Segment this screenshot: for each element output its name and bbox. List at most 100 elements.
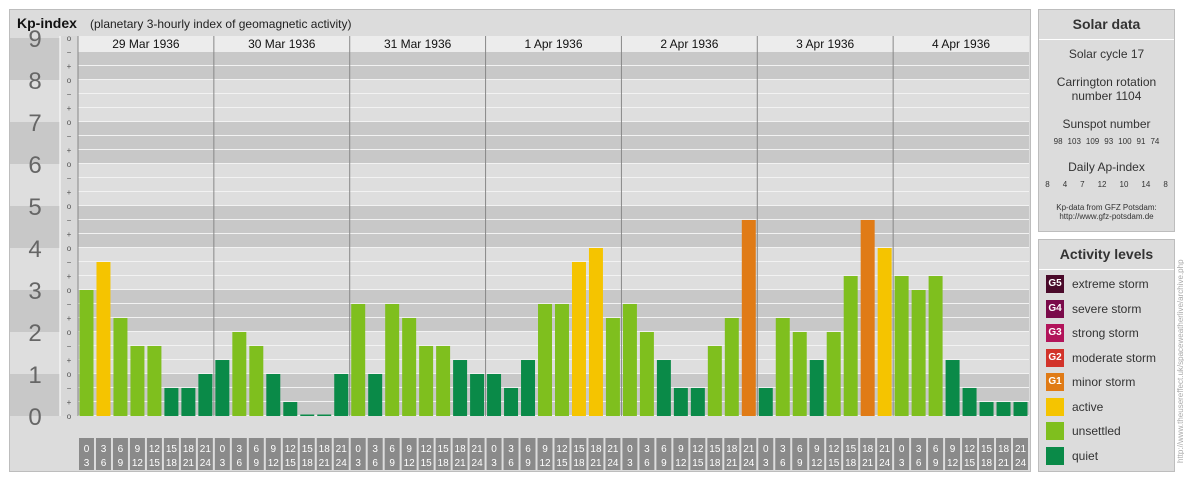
credit-text: http://www.theusereffect.uk/spaceweather…: [1176, 259, 1184, 463]
source-link[interactable]: http://www.gfz-potsdam.de: [1039, 212, 1174, 221]
x-tick-label-start: 6: [525, 444, 531, 455]
x-tick-label-end: 24: [472, 458, 484, 469]
x-tick-label-end: 12: [404, 458, 416, 469]
carrington-line1: Carrington rotation: [1056, 75, 1157, 89]
y-minor-tick-label: +: [67, 146, 72, 155]
x-tick-label-start: 0: [84, 444, 90, 455]
day-label: 2 Apr 1936: [660, 37, 718, 51]
kp-bar: [470, 374, 485, 416]
x-tick-label-end: 6: [508, 458, 514, 469]
x-tick-label-end: 21: [998, 458, 1010, 469]
kp-bar: [622, 303, 637, 416]
ap-value: 8: [1045, 180, 1050, 189]
kp-bar: [317, 414, 332, 416]
x-tick-label-start: 3: [372, 444, 378, 455]
y-minor-tick-label: +: [67, 314, 72, 323]
kp-bar: [419, 345, 434, 416]
x-tick-label-end: 3: [84, 458, 90, 469]
kp-bar: [639, 332, 654, 416]
x-tick-label-start: 0: [355, 444, 361, 455]
kp-bar: [673, 387, 688, 416]
legend-swatch: G4: [1046, 299, 1064, 318]
sunspot-value: 100: [1118, 137, 1132, 146]
x-tick-label-start: 3: [644, 444, 650, 455]
x-tick-label-start: 15: [845, 444, 857, 455]
ap-value: 10: [1119, 180, 1129, 189]
level-band: [10, 374, 1029, 416]
y-tick-label: 7: [28, 110, 41, 137]
activity-levels-panel: Activity levels G5 extreme storm G4 severe …: [1038, 239, 1175, 472]
x-tick-label-start: 12: [692, 444, 704, 455]
legend-label: strong storm: [1072, 326, 1139, 340]
x-tick-label-end: 15: [149, 458, 161, 469]
x-tick-label-start: 3: [780, 444, 786, 455]
sunspot-values: 98 103 109 93 100 91 74: [1039, 137, 1174, 146]
kp-bar: [504, 387, 519, 416]
legend-swatch: G3: [1046, 324, 1064, 342]
y-minor-tick-label: +: [67, 62, 72, 71]
x-tick-label-start: 6: [933, 444, 939, 455]
solar-data-title: Solar data: [1039, 10, 1174, 40]
kp-bar: [300, 414, 315, 416]
x-tick-label-end: 21: [455, 458, 467, 469]
x-tick-label-end: 12: [675, 458, 687, 469]
x-tick-label-end: 9: [797, 458, 803, 469]
legend-label: extreme storm: [1072, 277, 1149, 291]
x-tick-label-start: 12: [828, 444, 840, 455]
x-tick-label-end: 21: [590, 458, 602, 469]
y-tick-label: 6: [28, 152, 41, 179]
x-tick-label-start: 0: [220, 444, 226, 455]
x-tick-label-start: 3: [101, 444, 107, 455]
x-tick-label-start: 9: [135, 444, 141, 455]
y-minor-tick-label: −: [67, 90, 72, 99]
x-tick-label-end: 15: [828, 458, 840, 469]
x-tick-label-end: 6: [101, 458, 107, 469]
level-band: [10, 206, 1029, 248]
y-minor-tick-label: −: [67, 300, 72, 309]
x-tick-label-end: 24: [607, 458, 619, 469]
kp-bar: [96, 261, 111, 416]
kp-bar: [198, 374, 213, 416]
kp-bar: [402, 318, 417, 416]
x-tick-label-start: 12: [556, 444, 568, 455]
x-tick-label-end: 21: [319, 458, 331, 469]
x-tick-label-end: 18: [166, 458, 178, 469]
kp-bar: [555, 303, 569, 416]
x-tick-label-start: 9: [950, 444, 956, 455]
y-tick-label: 4: [28, 236, 41, 263]
y-minor-tick-label: −: [67, 342, 72, 351]
day-label: 1 Apr 1936: [524, 37, 582, 51]
x-tick-label-end: 12: [947, 458, 959, 469]
x-tick-label-end: 18: [573, 458, 585, 469]
y-minor-tick-label: o: [67, 286, 72, 295]
x-tick-label-start: 18: [319, 444, 331, 455]
x-tick-label-end: 18: [302, 458, 314, 469]
y-tick-label: 8: [28, 68, 41, 95]
day-label: 3 Apr 1936: [796, 37, 854, 51]
x-tick-label-start: 3: [237, 444, 243, 455]
x-tick-label-start: 15: [438, 444, 450, 455]
kp-bar: [487, 374, 502, 416]
x-tick-label-end: 9: [525, 458, 531, 469]
x-tick-label-end: 21: [862, 458, 874, 469]
kp-bar-chart: 0123456789o+−o+−o+−o+−o+−o+−o+−o+−o+−o 29…: [10, 26, 1029, 470]
legend-swatch: G2: [1046, 348, 1064, 367]
level-band: [10, 122, 1029, 164]
sunspot-value: 103: [1067, 137, 1081, 146]
kp-bar: [809, 360, 824, 416]
x-tick-label-start: 21: [1015, 444, 1027, 455]
x-tick-label-end: 9: [118, 458, 124, 469]
x-tick-label-start: 12: [421, 444, 433, 455]
x-tick-label-end: 24: [200, 458, 212, 469]
y-minor-tick-label: o: [67, 76, 72, 85]
kp-bar: [538, 303, 552, 416]
x-tick-label-end: 9: [389, 458, 395, 469]
x-tick-label-start: 0: [763, 444, 769, 455]
kp-bar: [181, 387, 196, 416]
kp-bar: [215, 360, 230, 416]
x-tick-label-start: 9: [542, 444, 548, 455]
x-tick-label-start: 15: [166, 444, 178, 455]
x-tick-label-end: 9: [933, 458, 939, 469]
kp-bar: [690, 387, 705, 416]
level-band: [10, 80, 1029, 122]
